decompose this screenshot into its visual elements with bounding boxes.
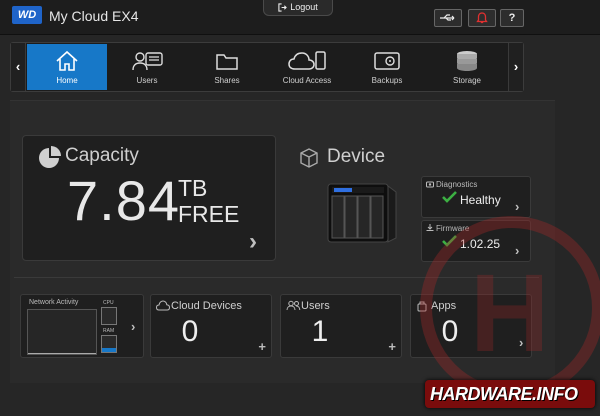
network-activity-title: Network Activity — [29, 299, 79, 306]
cloud-access-icon — [288, 51, 326, 70]
nav-item-storage[interactable]: Storage — [427, 44, 507, 90]
nav-label-home: Home — [56, 76, 78, 85]
nav-scroll-right[interactable]: › — [508, 43, 523, 91]
users-icon — [286, 300, 301, 311]
home-icon — [56, 50, 78, 71]
bell-icon — [476, 12, 488, 24]
logout-label: Logout — [290, 2, 318, 12]
nas-device-image — [327, 183, 397, 243]
folder-icon — [216, 54, 238, 70]
nav-label-users: Users — [136, 76, 158, 85]
users-icon — [132, 52, 163, 71]
pie-chart-icon — [39, 146, 61, 168]
ram-meter — [101, 335, 117, 353]
backups-icon — [374, 52, 400, 70]
cloud-devices-tile[interactable]: Cloud Devices 0 + — [150, 294, 272, 358]
nav-item-cloud-access[interactable]: Cloud Access — [267, 44, 347, 90]
nav-item-home[interactable]: Home — [27, 44, 107, 90]
capacity-free-label: FREE — [178, 201, 240, 227]
nav-label-storage: Storage — [452, 76, 482, 85]
cpu-meter — [101, 307, 117, 325]
logout-icon — [278, 3, 288, 12]
diagnostics-card[interactable]: Diagnostics Healthy › — [421, 176, 531, 218]
diagnostics-chevron-icon[interactable]: › — [515, 199, 519, 214]
capacity-card[interactable]: Capacity 7.84 TB FREE › — [22, 135, 276, 261]
nav-item-shares[interactable]: Shares — [187, 44, 267, 90]
nav-label-cloud-access: Cloud Access — [282, 76, 332, 85]
diagnostics-label: Diagnostics — [436, 180, 478, 189]
diagnostics-icon — [426, 181, 434, 188]
network-activity-card[interactable]: Network Activity CPU RAM › — [20, 294, 144, 358]
cpu-label: CPU — [103, 300, 114, 306]
ram-meter-fill — [102, 348, 116, 352]
users-tile[interactable]: Users 1 + — [280, 294, 402, 358]
users-label: Users — [301, 300, 330, 312]
capacity-value: 7.84 — [67, 169, 180, 232]
add-user-button[interactable]: + — [388, 339, 396, 354]
help-button[interactable]: ? — [500, 9, 524, 27]
watermark-h-glyph: H — [470, 252, 550, 375]
help-icon: ? — [508, 12, 516, 24]
app-title: My Cloud EX4 — [49, 8, 139, 24]
main-nav: ‹ Home Users Shares Cloud Access Backups… — [10, 42, 524, 92]
capacity-unit: TB — [178, 175, 208, 201]
alerts-button[interactable] — [468, 9, 496, 27]
capacity-title: Capacity — [65, 145, 139, 166]
storage-icon — [457, 51, 477, 71]
usb-button[interactable] — [434, 9, 462, 27]
nav-label-shares: Shares — [214, 76, 240, 85]
cloud-devices-count: 0 — [181, 315, 199, 348]
nav-item-users[interactable]: Users — [107, 44, 187, 90]
cloud-icon — [156, 300, 170, 311]
nav-item-backups[interactable]: Backups — [347, 44, 427, 90]
network-activity-line — [28, 353, 96, 354]
logout-button[interactable]: Logout — [263, 0, 333, 16]
watermark-text: HARDWARE.INFO — [430, 384, 578, 404]
check-icon — [442, 191, 457, 203]
nav-label-backups: Backups — [371, 76, 403, 85]
wd-logo: WD — [12, 6, 42, 24]
users-count: 1 — [311, 315, 329, 348]
download-icon — [426, 224, 434, 231]
diagnostics-value: Healthy — [460, 193, 501, 207]
add-cloud-device-button[interactable]: + — [258, 339, 266, 354]
network-activity-graph — [27, 309, 97, 355]
cloud-devices-label: Cloud Devices — [171, 300, 242, 312]
network-chevron-icon[interactable]: › — [131, 319, 135, 334]
capacity-chevron-icon[interactable]: › — [249, 228, 257, 256]
top-bar: WD My Cloud EX4 Logout ? — [0, 0, 600, 35]
device-title: Device — [327, 146, 386, 167]
device-cube-icon — [300, 148, 318, 168]
nav-scroll-left[interactable]: ‹ — [11, 43, 26, 91]
ram-label: RAM — [103, 328, 115, 334]
usb-icon — [440, 14, 455, 21]
